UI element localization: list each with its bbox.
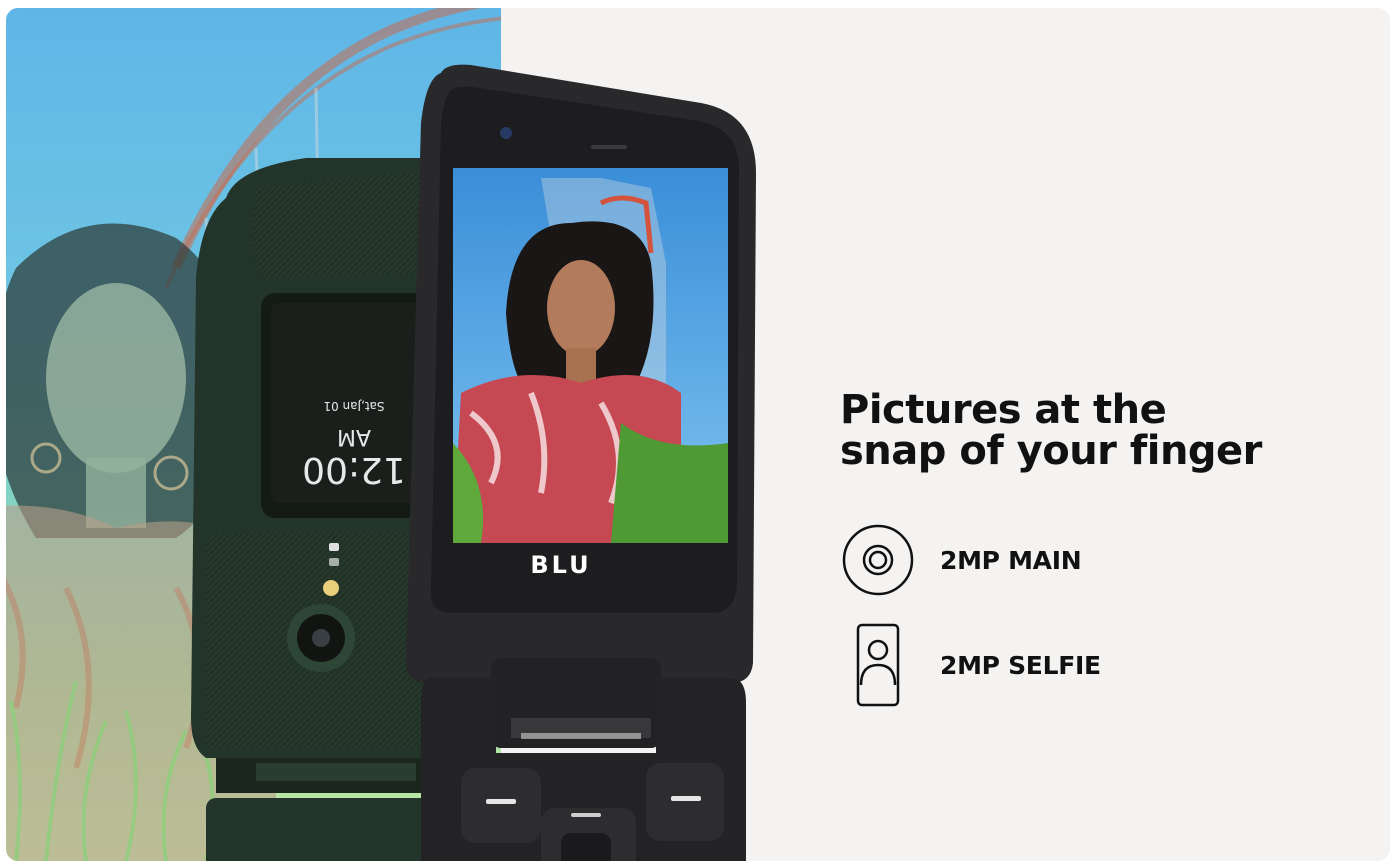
outer-screen-display: Sat,Jan 01 12:00 AM bbox=[294, 343, 414, 490]
outer-screen-time: 12:00 bbox=[302, 449, 406, 490]
phone-front-view: BLU bbox=[406, 64, 756, 861]
feature-main-camera: 2MP MAIN bbox=[840, 518, 1260, 602]
headline-line-1: Pictures at the bbox=[840, 387, 1167, 433]
feature-selfie-camera: 2MP SELFIE bbox=[840, 623, 1260, 707]
product-banner: Sat,Jan 01 12:00 AM BLU Pictures at the … bbox=[6, 8, 1390, 861]
rear-camera-icon bbox=[840, 518, 916, 602]
outer-screen-ampm: AM bbox=[336, 424, 372, 449]
headline: Pictures at the snap of your finger bbox=[840, 390, 1360, 472]
feature-label-selfie: 2MP SELFIE bbox=[940, 650, 1101, 680]
headline-line-2: snap of your finger bbox=[840, 428, 1262, 474]
selfie-camera-icon bbox=[840, 623, 916, 707]
feature-label-main: 2MP MAIN bbox=[940, 545, 1082, 575]
outer-screen-date: Sat,Jan 01 bbox=[323, 399, 385, 413]
phone-brand-logo: BLU bbox=[530, 551, 591, 579]
